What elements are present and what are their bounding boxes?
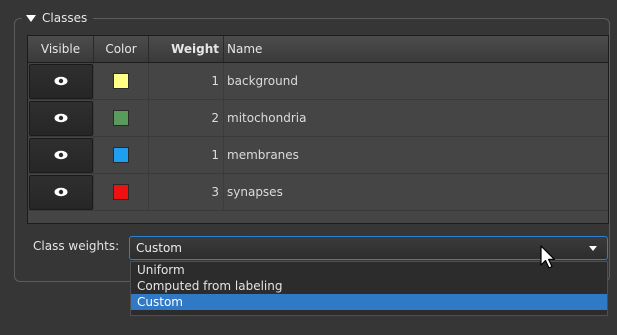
visibility-cell — [28, 100, 94, 136]
classes-group-header[interactable]: Classes — [22, 8, 94, 28]
visibility-toggle-button[interactable] — [28, 63, 93, 99]
color-cell[interactable] — [94, 100, 149, 136]
color-cell[interactable] — [94, 137, 149, 173]
table-header: Visible Color Weight Name — [28, 36, 608, 63]
chevron-down-icon[interactable] — [589, 246, 597, 251]
color-cell[interactable] — [94, 174, 149, 210]
eye-icon — [54, 150, 67, 160]
color-swatch[interactable] — [113, 73, 129, 89]
table-row[interactable]: 3 synapses — [28, 174, 608, 211]
class-weights-dropdown-list: Uniform Computed from labeling Custom — [130, 261, 608, 316]
mouse-cursor-icon — [540, 245, 556, 269]
weight-cell[interactable]: 2 — [149, 100, 224, 136]
class-weights-combobox[interactable]: Custom — [129, 236, 608, 260]
visibility-toggle-button[interactable] — [28, 100, 93, 136]
class-name-cell[interactable]: mitochondria — [224, 100, 608, 136]
eye-icon — [54, 187, 67, 197]
visibility-cell — [28, 63, 94, 99]
weight-cell[interactable]: 1 — [149, 63, 224, 99]
header-name[interactable]: Name — [224, 36, 608, 62]
triangle-down-icon[interactable] — [26, 14, 36, 22]
color-cell[interactable] — [94, 63, 149, 99]
class-name-cell[interactable]: synapses — [224, 174, 608, 210]
eye-icon — [54, 113, 67, 123]
visibility-cell — [28, 174, 94, 210]
class-weights-label: Class weights: — [33, 239, 120, 253]
color-swatch[interactable] — [113, 147, 129, 163]
table-row[interactable]: 1 background — [28, 63, 608, 100]
weight-cell[interactable]: 3 — [149, 174, 224, 210]
color-swatch[interactable] — [113, 184, 129, 200]
class-name-cell[interactable]: membranes — [224, 137, 608, 173]
table-row[interactable]: 1 membranes — [28, 137, 608, 174]
visibility-toggle-button[interactable] — [28, 174, 93, 210]
combobox-value: Custom — [136, 241, 182, 255]
classes-title: Classes — [42, 11, 88, 25]
header-weight[interactable]: Weight — [149, 36, 224, 62]
header-visible[interactable]: Visible — [28, 36, 94, 62]
header-color[interactable]: Color — [94, 36, 149, 62]
class-name-cell[interactable]: background — [224, 63, 608, 99]
color-swatch[interactable] — [113, 110, 129, 126]
visibility-toggle-button[interactable] — [28, 137, 93, 173]
visibility-cell — [28, 137, 94, 173]
weight-cell[interactable]: 1 — [149, 137, 224, 173]
classes-table: Visible Color Weight Name 1 background 2… — [27, 35, 609, 224]
option-uniform[interactable]: Uniform — [131, 262, 607, 278]
table-row[interactable]: 2 mitochondria — [28, 100, 608, 137]
option-computed-from-labeling[interactable]: Computed from labeling — [131, 278, 607, 294]
eye-icon — [54, 76, 67, 86]
option-custom[interactable]: Custom — [131, 294, 607, 310]
